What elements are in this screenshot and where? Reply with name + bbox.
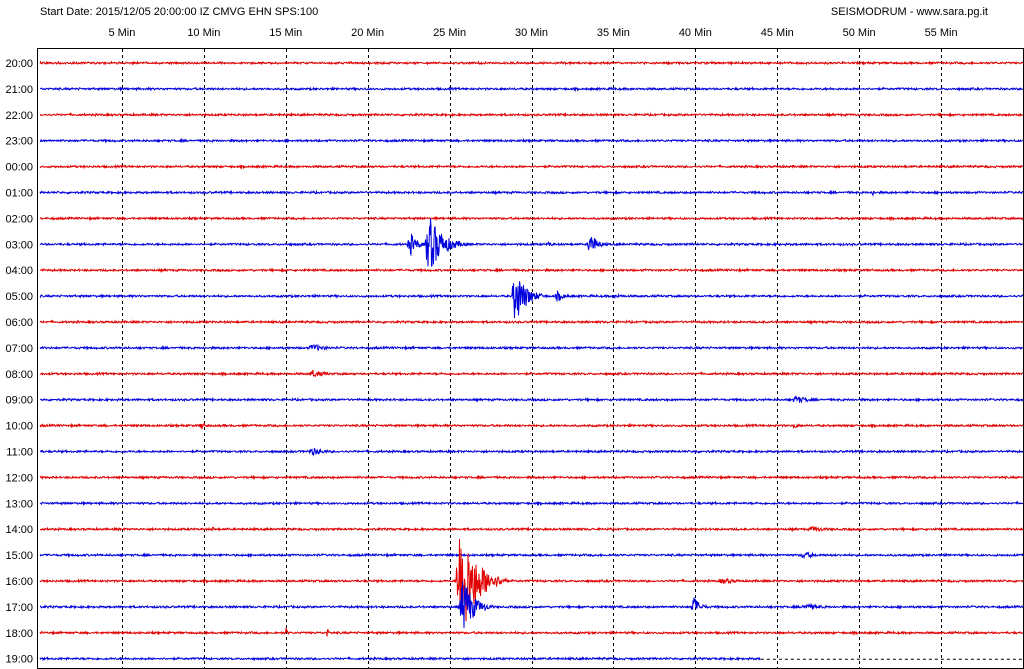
hour-label: 07:00 [5, 343, 33, 355]
trace-line [39, 655, 761, 662]
trace-line [39, 500, 1024, 507]
hour-label: 19:00 [5, 654, 33, 666]
minute-tick-label: 10 Min [187, 27, 220, 39]
seismogram-chart: 5 Min 10 Min 15 Min 20 Min 25 Min 30 Min 35 Mi… [5, 27, 1024, 669]
trace-lines [39, 60, 1024, 662]
hour-label: 23:00 [5, 136, 33, 148]
trace-line [39, 343, 1024, 351]
trace-line [39, 627, 1024, 637]
trace-line [39, 111, 1024, 118]
hour-label: 21:00 [5, 84, 33, 96]
hour-label: 05:00 [5, 291, 33, 303]
hour-label: 06:00 [5, 317, 33, 329]
hour-label: 02:00 [5, 213, 33, 225]
hour-label: 12:00 [5, 472, 33, 484]
minute-tick-label: 25 Min [433, 27, 466, 39]
trace-line [39, 215, 1024, 222]
minute-tick-label: 20 Min [351, 27, 384, 39]
hour-label: 14:00 [5, 524, 33, 536]
trace-line [39, 189, 1024, 197]
minute-tick-label: 40 Min [679, 27, 712, 39]
hour-label: 08:00 [5, 369, 33, 381]
minute-tick-label: 50 Min [843, 27, 876, 39]
hour-label: 16:00 [5, 576, 33, 588]
hour-label: 11:00 [6, 447, 33, 459]
trace-line [39, 447, 1024, 457]
trace-line [39, 551, 1024, 560]
hour-label: 15:00 [5, 550, 33, 562]
minute-tick-label: 15 Min [269, 27, 302, 39]
hour-label: 17:00 [5, 602, 33, 614]
hour-label: 00:00 [5, 162, 33, 174]
hour-label: 03:00 [5, 239, 33, 251]
hour-label: 01:00 [5, 188, 33, 200]
trace-line [39, 267, 1024, 274]
hour-row-labels: 20:00 21:00 22:00 23:00 00:00 01:00 02:00 03:00… [5, 58, 33, 666]
hour-label: 22:00 [5, 110, 33, 122]
hour-label: 20:00 [5, 58, 33, 70]
hour-label: 18:00 [5, 628, 33, 640]
trace-line [39, 60, 1024, 67]
trace-line [40, 525, 1024, 533]
minute-tick-label: 5 Min [108, 27, 135, 39]
trace-line [39, 281, 1024, 319]
trace-line [39, 422, 1024, 430]
trace-line [39, 538, 1024, 622]
minute-tick-label: 45 Min [761, 27, 794, 39]
grid-lines [122, 49, 942, 668]
trace-line [39, 318, 1024, 325]
hour-label: 09:00 [5, 395, 33, 407]
trace-line [39, 369, 1024, 378]
trace-line [39, 218, 1024, 267]
hour-label: 04:00 [5, 265, 33, 277]
minute-tick-label: 30 Min [515, 27, 548, 39]
trace-line [39, 581, 1024, 629]
trace-line [39, 163, 1024, 170]
trace-line [39, 395, 1024, 404]
hour-label: 10:00 [5, 421, 33, 433]
minute-tick-label: 55 Min [925, 27, 958, 39]
trace-line [39, 86, 1024, 93]
trace-line [39, 474, 1024, 481]
hour-label: 13:00 [5, 498, 33, 510]
minute-tick-labels: 5 Min 10 Min 15 Min 20 Min 25 Min 30 Min 35 Mi… [108, 27, 957, 39]
trace-line [39, 137, 1024, 144]
minute-tick-label: 35 Min [597, 27, 630, 39]
